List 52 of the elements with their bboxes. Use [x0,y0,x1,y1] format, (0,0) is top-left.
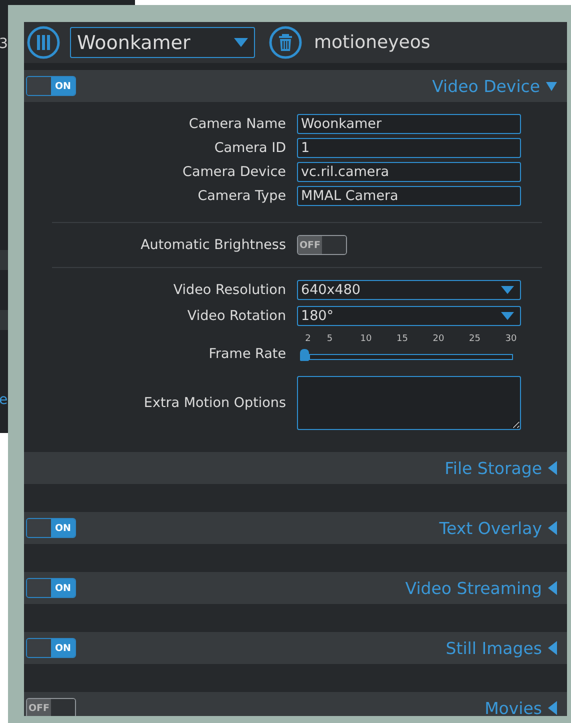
toggle-switch[interactable]: ON [26,638,76,658]
section-title[interactable]: File Storage [444,458,542,478]
expand-arrow-icon[interactable] [548,461,557,475]
expand-arrow-icon[interactable] [548,581,557,595]
field-label: Camera Type [196,188,286,204]
toggle-switch[interactable]: OFF [26,698,76,716]
field-label: Camera Device [182,164,286,180]
section-title[interactable]: Video Streaming [405,578,542,598]
toggle-switch[interactable]: ON [26,578,76,598]
app-title: motioneyeos [314,32,430,53]
link-text[interactable]: e [0,392,8,408]
toggle-switch[interactable]: OFF [297,235,347,255]
tick-label: 2 [305,334,311,344]
expand-arrow-icon[interactable] [548,641,557,655]
text-field[interactable]: vc.ril.camera [297,162,521,182]
text-field[interactable]: MMAL Camera [297,186,521,206]
tick-label: 5 [326,334,333,344]
camera-select[interactable]: Woonkamer [70,27,255,58]
menu-icon[interactable] [27,26,60,59]
caret-icon [234,38,248,47]
expand-arrow-icon[interactable] [548,701,557,715]
tick-label: 15 [396,334,408,344]
tick-label: 30 [505,334,517,344]
field-label: Automatic Brightness [140,237,286,253]
tick-label: 25 [469,334,480,344]
expand-arrow-icon[interactable] [548,521,557,535]
section-title[interactable]: Text Overlay [439,518,542,538]
caret-icon [501,312,514,320]
field-label: Video Rotation [186,308,286,324]
text-field[interactable]: Woonkamer [297,114,521,134]
field-label: Extra Motion Options [142,395,286,411]
tick-label: 10 [360,334,372,344]
caret-icon [501,286,514,294]
field-label: Video Resolution [172,282,286,298]
toggle-switch[interactable]: ON [26,518,76,538]
field-label: Camera ID [213,140,286,156]
trash-icon[interactable] [269,26,302,59]
field-label: Camera Name [188,116,286,132]
tick-label: 20 [432,334,444,344]
text-field[interactable]: 1 [297,138,521,158]
section-title[interactable]: Video Device [432,76,540,96]
text-area[interactable] [297,376,521,430]
section-title[interactable]: Movies [484,698,542,716]
section-title[interactable]: Still Images [446,638,542,658]
slider-thumb[interactable] [300,349,309,361]
slider-track[interactable] [309,354,513,360]
collapse-arrow-icon[interactable] [546,82,557,90]
label-text: 3 [0,36,8,52]
dropdown-select[interactable]: 180° [297,306,521,326]
field-label: Frame Rate [208,345,286,362]
dropdown-select[interactable]: 640x480 [297,280,521,300]
toggle-switch[interactable]: ON [26,76,76,96]
